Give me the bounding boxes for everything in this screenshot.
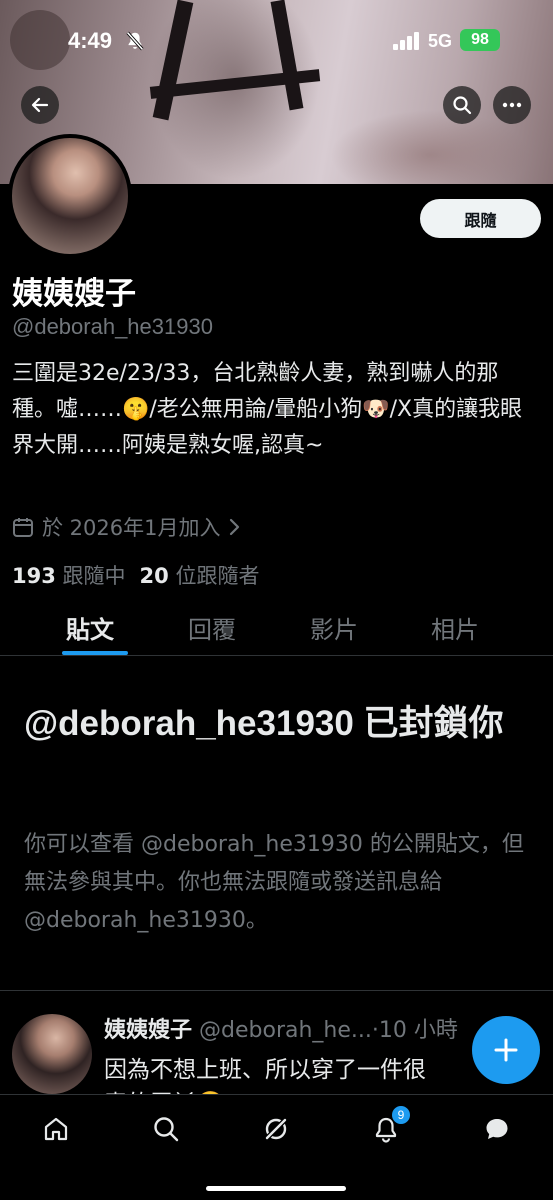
following-link[interactable]: 193 跟隨中 <box>12 560 126 590</box>
cellular-signal-icon <box>393 32 419 50</box>
followers-label: 位跟隨者 <box>175 564 260 588</box>
nav-home[interactable] <box>38 1111 74 1147</box>
joined-date[interactable]: 於 2026年1月加入 <box>12 512 240 542</box>
chevron-right-icon <box>230 518 240 536</box>
bell-off-icon <box>126 31 144 51</box>
network-type: 5G <box>428 31 453 51</box>
profile-handle: @deborah_he31930 <box>12 314 213 339</box>
arrow-left-icon <box>31 97 49 113</box>
notification-badge: 9 <box>391 1105 411 1125</box>
status-bar: 4:49 5G 98 <box>0 0 553 80</box>
nav-messages[interactable] <box>479 1111 515 1147</box>
bottom-navigation: 9 <box>0 1094 553 1200</box>
tab-replies[interactable]: 回覆 <box>188 610 236 645</box>
following-count: 193 <box>12 564 56 588</box>
tweet-header: 姨姨嫂子 @deborah_he...·10 小時 <box>104 1012 534 1044</box>
search-button[interactable] <box>443 86 481 124</box>
profile-avatar[interactable] <box>8 134 132 258</box>
display-name: 姨姨嫂子 <box>12 276 136 312</box>
following-label: 跟隨中 <box>62 564 126 588</box>
blocked-description: 你可以查看 @deborah_he31930 的公開貼文，但無法參與其中。你也無… <box>24 832 524 933</box>
grok-icon <box>264 1117 288 1141</box>
follow-button[interactable]: 跟隨 <box>420 199 541 238</box>
tweet-author-name: 姨姨嫂子 <box>104 1018 193 1043</box>
tweet-avatar[interactable] <box>12 1014 92 1094</box>
tweet-time: ·10 小時 <box>371 1018 458 1043</box>
tweet-author-handle: @deborah_he... <box>199 1018 372 1043</box>
profile-tabs: 貼文 回覆 影片 相片 <box>0 600 553 656</box>
battery-icon: 98 <box>460 29 500 51</box>
home-indicator <box>206 1186 346 1191</box>
search-icon <box>154 1117 179 1142</box>
more-dots-icon <box>502 102 522 108</box>
nav-grok[interactable] <box>258 1111 294 1147</box>
tab-photos[interactable]: 相片 <box>431 610 479 645</box>
tab-posts[interactable]: 貼文 <box>66 610 114 645</box>
joined-text: 於 2026年1月加入 <box>42 516 221 540</box>
blocked-title: @deborah_he31930 已封鎖你 <box>24 704 504 743</box>
battery-level: 98 <box>471 31 489 48</box>
followers-link[interactable]: 20 位跟隨者 <box>140 560 260 590</box>
tweet-text-line: 因為不想上班、所以穿了一件很 <box>104 1057 426 1083</box>
search-icon <box>453 96 472 115</box>
tab-videos[interactable]: 影片 <box>310 610 358 645</box>
compose-button[interactable] <box>472 1016 540 1084</box>
more-options-button[interactable] <box>493 86 531 124</box>
status-time: 4:49 <box>68 28 113 53</box>
home-icon <box>44 1117 68 1141</box>
calendar-icon <box>13 518 33 537</box>
divider <box>0 990 553 991</box>
follow-stats: 193 跟隨中 20 位跟隨者 <box>12 560 259 590</box>
active-tab-indicator <box>62 651 128 655</box>
plus-icon <box>494 1038 518 1062</box>
chat-bubble-icon <box>486 1119 508 1139</box>
nav-search[interactable] <box>148 1111 184 1147</box>
profile-bio: 三圍是32e/23/33，台北熟齡人妻，熟到嚇人的那種。噓……🤫/老公無用論/暈… <box>12 361 523 458</box>
banner-shade <box>330 110 530 184</box>
followers-count: 20 <box>139 564 169 588</box>
back-button[interactable] <box>21 86 59 124</box>
